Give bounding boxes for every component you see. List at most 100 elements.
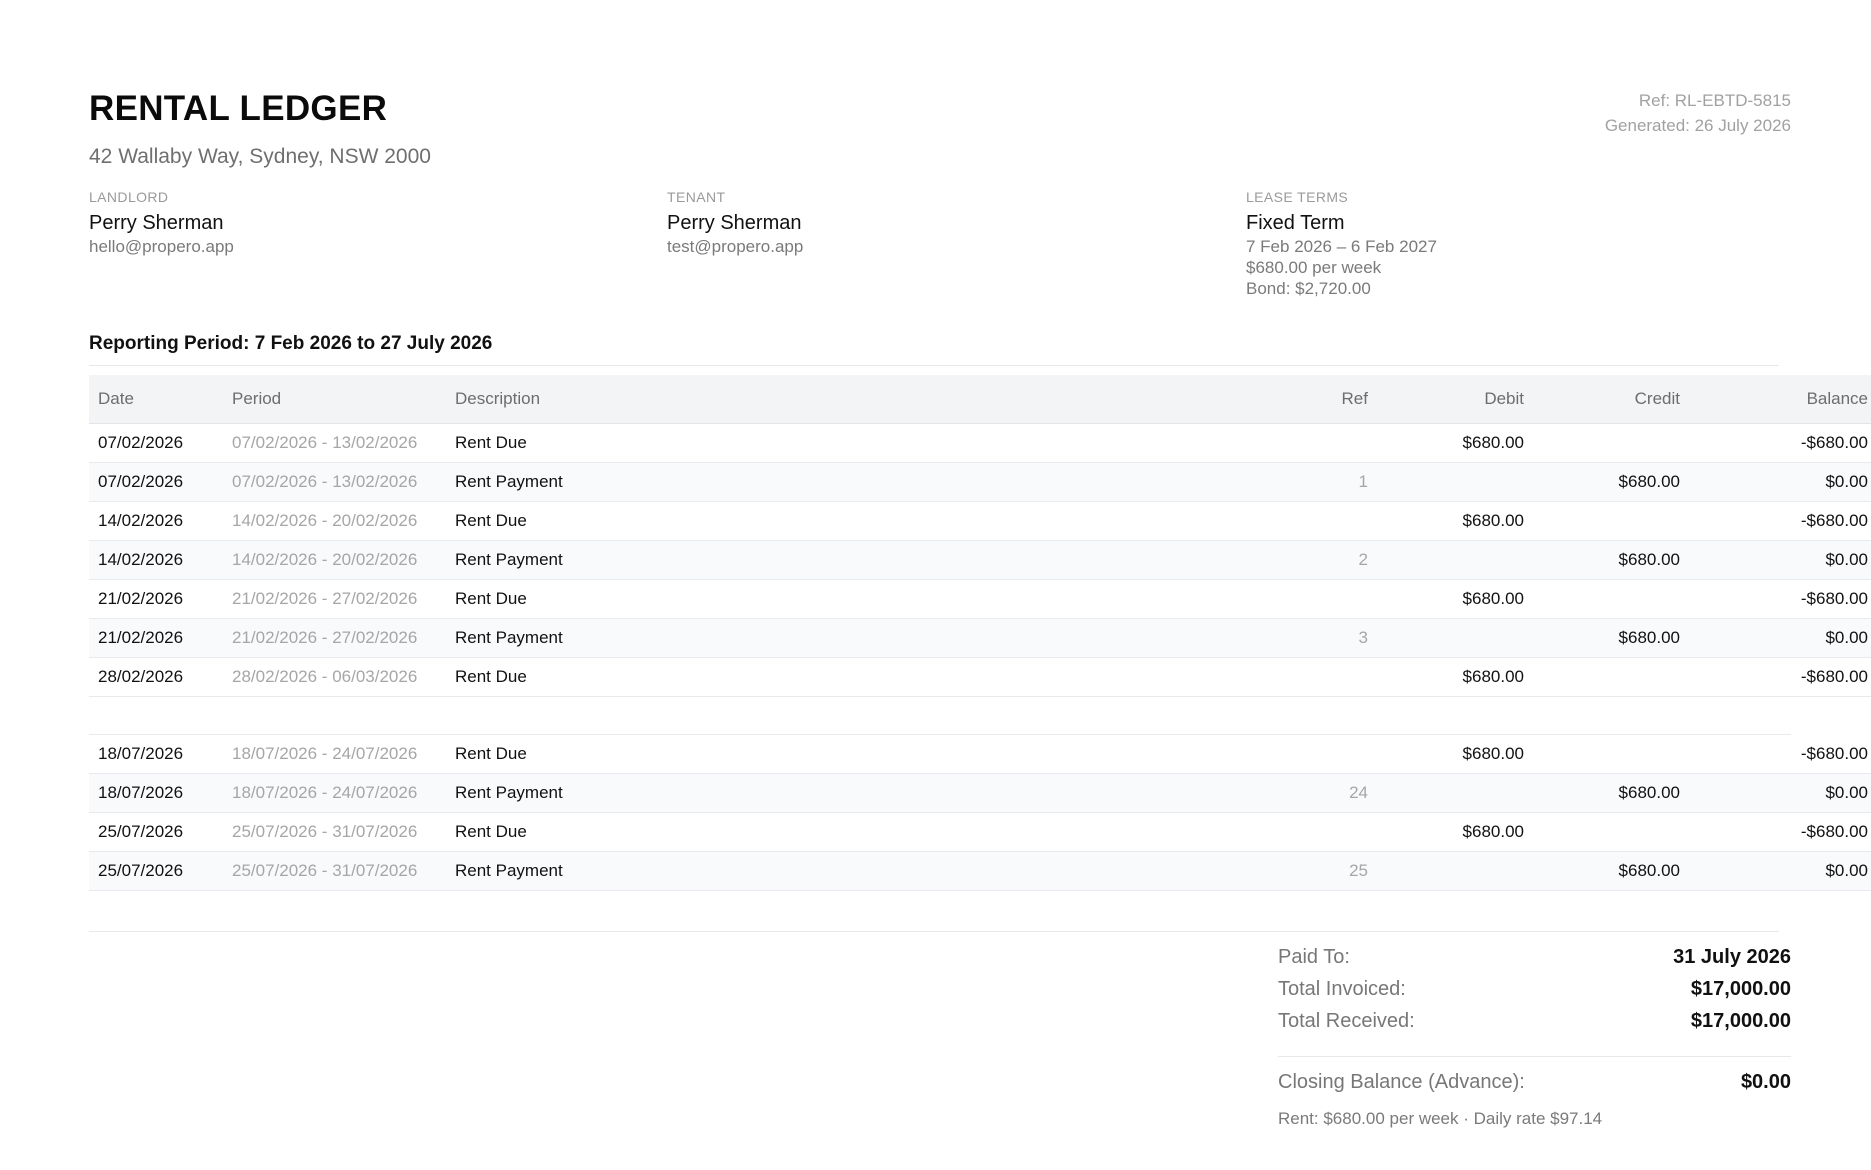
cell-balance: -$680.00 <box>1689 735 1871 774</box>
summary-divider <box>89 931 1779 932</box>
cell-debit <box>1377 618 1533 658</box>
cell-date: 18/07/2026 <box>89 735 223 774</box>
table-row: 18/07/2026 18/07/2026 - 24/07/2026 Rent … <box>89 735 1871 774</box>
tenant-name: Perry Sherman <box>667 212 802 234</box>
cell-credit <box>1533 501 1689 541</box>
ledger-page: RENTAL LEDGER 42 Wallaby Way, Sydney, NS… <box>89 0 1871 1170</box>
table-row: 18/07/2026 18/07/2026 - 24/07/2026 Rent … <box>89 773 1871 813</box>
cell-ref <box>1183 812 1377 852</box>
cell-description: Rent Due <box>446 501 1183 541</box>
reporting-period: Reporting Period: 7 Feb 2026 to 27 July … <box>89 333 493 354</box>
cell-credit: $680.00 <box>1533 540 1689 580</box>
document-meta: Ref: RL-EBTD-5815 Generated: 26 July 202… <box>1605 88 1791 138</box>
cell-period: 18/07/2026 - 24/07/2026 <box>223 735 446 774</box>
cell-description: Rent Due <box>446 579 1183 619</box>
cell-period: 25/07/2026 - 31/07/2026 <box>223 851 446 891</box>
cell-date: 14/02/2026 <box>89 501 223 541</box>
cell-ref <box>1183 501 1377 541</box>
section-divider <box>89 365 1779 366</box>
cell-period: 28/02/2026 - 06/03/2026 <box>223 657 446 697</box>
cell-debit: $680.00 <box>1377 501 1533 541</box>
cell-debit <box>1377 851 1533 891</box>
cell-debit: $680.00 <box>1377 812 1533 852</box>
cell-date: 18/07/2026 <box>89 773 223 813</box>
table-header-row: Date Period Description Ref Debit Credit… <box>89 375 1871 424</box>
cell-period: 21/02/2026 - 27/02/2026 <box>223 618 446 658</box>
col-header-ref: Ref <box>1183 375 1377 424</box>
cell-credit: $680.00 <box>1533 773 1689 813</box>
table-row: 07/02/2026 07/02/2026 - 13/02/2026 Rent … <box>89 462 1871 502</box>
cell-balance: $0.00 <box>1689 773 1871 813</box>
total-received-value: $17,000.00 <box>1690 1010 1791 1032</box>
cell-credit <box>1533 423 1689 463</box>
table-row: 14/02/2026 14/02/2026 - 20/02/2026 Rent … <box>89 501 1871 541</box>
page-title: RENTAL LEDGER <box>89 89 388 128</box>
cell-ref: 25 <box>1183 851 1377 891</box>
lease-bond: Bond: $2,720.00 <box>1246 279 1371 298</box>
summary-row-closing-balance: Closing Balance (Advance): $0.00 <box>1278 1071 1791 1103</box>
cell-description: Rent Due <box>446 657 1183 697</box>
cell-description: Rent Due <box>446 735 1183 774</box>
cell-credit: $680.00 <box>1533 462 1689 502</box>
cell-balance: $0.00 <box>1689 618 1871 658</box>
total-invoiced-value: $17,000.00 <box>1690 978 1791 1000</box>
cell-date: 07/02/2026 <box>89 423 223 463</box>
generated-date: Generated: 26 July 2026 <box>1604 116 1791 135</box>
cell-balance: -$680.00 <box>1689 812 1871 852</box>
table-row: 25/07/2026 25/07/2026 - 31/07/2026 Rent … <box>89 851 1871 891</box>
col-header-date: Date <box>89 375 223 424</box>
cell-balance: -$680.00 <box>1689 579 1871 619</box>
col-header-description: Description <box>446 375 1183 424</box>
closing-balance-label: Closing Balance (Advance): <box>1278 1071 1525 1093</box>
cell-credit <box>1533 735 1689 774</box>
ledger-summary: Paid To: 31 July 2026 Total Invoiced: $1… <box>1278 946 1791 1129</box>
cell-credit <box>1533 812 1689 852</box>
lease-terms-label: LEASE TERMS <box>1246 189 1349 205</box>
cell-ref: 2 <box>1183 540 1377 580</box>
cell-ref: 24 <box>1183 773 1377 813</box>
landlord-name: Perry Sherman <box>89 212 224 234</box>
cell-debit: $680.00 <box>1377 657 1533 697</box>
tenant-block: TENANT Perry Sherman test@propero.app <box>667 188 1227 257</box>
cell-balance: $0.00 <box>1689 462 1871 502</box>
cell-debit: $680.00 <box>1377 579 1533 619</box>
cell-ref: 1 <box>1183 462 1377 502</box>
lease-rent: $680.00 per week <box>1246 258 1382 277</box>
cell-ref <box>1183 735 1377 774</box>
total-received-label: Total Received: <box>1278 1010 1415 1032</box>
cell-date: 14/02/2026 <box>89 540 223 580</box>
cell-balance: -$680.00 <box>1689 501 1871 541</box>
cell-ref <box>1183 657 1377 697</box>
cell-date: 07/02/2026 <box>89 462 223 502</box>
cell-description: Rent Payment <box>446 618 1183 658</box>
cell-description: Rent Payment <box>446 462 1183 502</box>
cell-description: Rent Payment <box>446 851 1183 891</box>
summary-inner-divider <box>1278 1056 1791 1057</box>
landlord-label: LANDLORD <box>89 189 169 205</box>
cell-debit <box>1377 773 1533 813</box>
landlord-block: LANDLORD Perry Sherman hello@propero.app <box>89 188 649 257</box>
lease-terms-block: LEASE TERMS Fixed Term 7 Feb 2026 – 6 Fe… <box>1246 188 1806 299</box>
table-row: 07/02/2026 07/02/2026 - 13/02/2026 Rent … <box>89 423 1871 463</box>
cell-credit <box>1533 657 1689 697</box>
col-header-debit: Debit <box>1377 375 1533 424</box>
cell-description: Rent Due <box>446 423 1183 463</box>
cell-debit: $680.00 <box>1377 423 1533 463</box>
cell-period: 07/02/2026 - 13/02/2026 <box>223 462 446 502</box>
ledger-table-top: Date Period Description Ref Debit Credit… <box>89 375 1871 697</box>
landlord-email: hello@propero.app <box>89 237 234 256</box>
paid-to-value: 31 July 2026 <box>1673 946 1791 968</box>
cell-date: 21/02/2026 <box>89 618 223 658</box>
total-invoiced-label: Total Invoiced: <box>1278 978 1406 1000</box>
cell-period: 18/07/2026 - 24/07/2026 <box>223 773 446 813</box>
table-row: 14/02/2026 14/02/2026 - 20/02/2026 Rent … <box>89 540 1871 580</box>
cell-credit: $680.00 <box>1533 851 1689 891</box>
cell-date: 25/07/2026 <box>89 812 223 852</box>
cell-date: 25/07/2026 <box>89 851 223 891</box>
table-row: 25/07/2026 25/07/2026 - 31/07/2026 Rent … <box>89 812 1871 852</box>
table-row: 21/02/2026 21/02/2026 - 27/02/2026 Rent … <box>89 579 1871 619</box>
rent-rate-note: Rent: $680.00 per week · Daily rate $97.… <box>1278 1109 1603 1128</box>
cell-ref <box>1183 579 1377 619</box>
cell-debit <box>1377 462 1533 502</box>
cell-credit <box>1533 579 1689 619</box>
